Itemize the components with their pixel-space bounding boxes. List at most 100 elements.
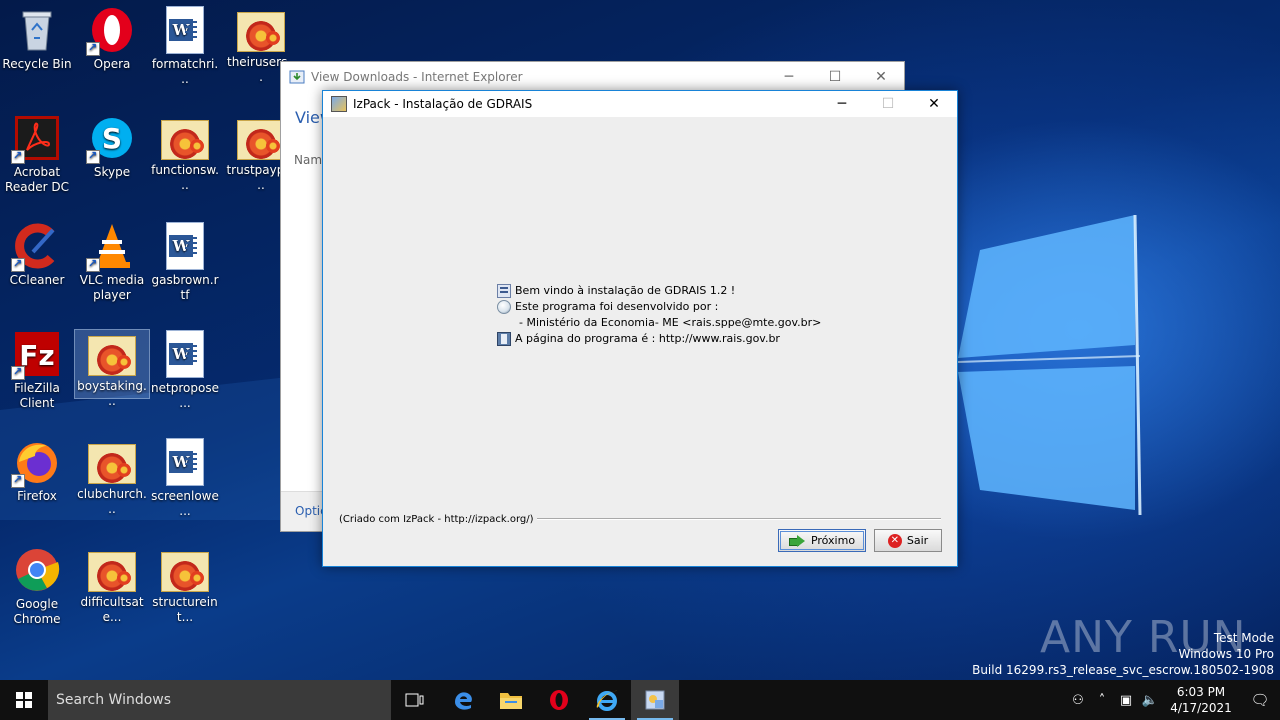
shortcut-arrow-icon xyxy=(11,148,25,164)
desktop-icon-acrobat[interactable]: Acrobat Reader DC xyxy=(0,114,74,195)
desktop-icon-label: netpropose... xyxy=(151,381,219,410)
desktop-icon-label: Google Chrome xyxy=(13,597,61,626)
image-file-icon xyxy=(161,120,209,160)
firefox-icon xyxy=(11,438,61,488)
action-center-icon[interactable]: 🗨 xyxy=(1240,691,1280,709)
book-icon xyxy=(497,332,511,346)
desktop-icon-functionsw[interactable]: functionsw... xyxy=(148,114,222,193)
desktop-icon-formatchri[interactable]: W formatchri... xyxy=(148,6,222,87)
taskbar-izpack[interactable] xyxy=(631,680,679,720)
developed-by-text: Este programa foi desenvolvido por : xyxy=(515,300,719,313)
image-file-icon xyxy=(161,552,209,592)
search-placeholder: Search Windows xyxy=(56,692,172,708)
desktop-icon-difficultsate[interactable]: difficultsate... xyxy=(75,546,149,625)
izpack-app-icon xyxy=(331,96,347,112)
desktop-icon-vlc[interactable]: VLC media player xyxy=(75,222,149,303)
desktop-icon-netpropose[interactable]: W netpropose... xyxy=(148,330,222,411)
desktop-icon-ccleaner[interactable]: CCleaner xyxy=(0,222,74,288)
opera-icon xyxy=(86,6,136,56)
izpack-close-button[interactable]: ✕ xyxy=(911,91,957,117)
folder-icon xyxy=(500,693,522,709)
desktop-icon-opera[interactable]: Opera xyxy=(75,6,149,72)
desktop-icon-label: clubchurch... xyxy=(77,487,147,516)
desktop-icon-recycle-bin[interactable]: Recycle Bin xyxy=(0,6,74,72)
image-file-icon xyxy=(237,12,285,52)
desktop-icon-filezilla[interactable]: Fz FileZilla Client xyxy=(0,330,74,411)
desktop-icon-label: CCleaner xyxy=(9,273,65,287)
ie-maximize-button[interactable]: ☐ xyxy=(812,62,858,92)
izpack-credit: (Criado com IzPack - http://izpack.org/) xyxy=(339,514,537,525)
taskbar-edge[interactable] xyxy=(439,680,487,720)
desktop-icon-chrome[interactable]: Google Chrome xyxy=(0,546,74,627)
desktop-icon-boystaking[interactable]: boystaking... xyxy=(74,329,150,408)
next-button[interactable]: Próximo xyxy=(778,529,866,552)
build-text: Build 16299.rs3_release_svc_escrow.18050… xyxy=(972,663,1274,677)
developed-by-line: Este programa foi desenvolvido por : xyxy=(497,299,821,315)
homepage-text: A página do programa é : http://www.rais… xyxy=(515,332,780,345)
exit-button-label: Sair xyxy=(906,534,929,547)
desktop-icon-label: difficultsate... xyxy=(80,595,144,624)
desktop-icon-skype[interactable]: S Skype xyxy=(75,114,149,180)
exit-button[interactable]: ✕ Sair xyxy=(874,529,942,552)
clock-date: 4/17/2021 xyxy=(1170,701,1232,715)
desktop-icon-label: structureint... xyxy=(152,595,218,624)
desktop-icon-label: gasbrown.rtf xyxy=(151,273,219,302)
chrome-icon xyxy=(13,546,61,594)
desktop-icon-label: Firefox xyxy=(17,489,57,503)
info-icon xyxy=(497,284,511,298)
next-button-label: Próximo xyxy=(810,534,856,547)
shortcut-arrow-icon xyxy=(86,256,100,272)
test-mode-watermark: Test Mode Windows 10 Pro Build 16299.rs3… xyxy=(972,630,1274,678)
image-file-icon xyxy=(88,444,136,484)
desktop-icon-label: VLC media player xyxy=(79,273,145,302)
image-file-icon xyxy=(88,336,136,376)
taskbar-internet-explorer[interactable] xyxy=(583,680,631,720)
volume-icon[interactable]: 🔈 xyxy=(1138,693,1162,708)
desktop: Recycle Bin Acrobat Reader DC CCleaner F… xyxy=(0,0,1280,680)
downloads-icon xyxy=(289,69,305,85)
people-icon[interactable]: ⚇ xyxy=(1066,693,1090,708)
acrobat-icon xyxy=(11,114,61,164)
taskbar-opera[interactable] xyxy=(535,680,583,720)
ie-column-name[interactable]: Nam xyxy=(294,153,322,167)
taskbar-file-explorer[interactable] xyxy=(487,680,535,720)
start-button[interactable] xyxy=(0,680,48,720)
ie-close-button[interactable]: ✕ xyxy=(858,62,904,92)
ie-titlebar[interactable]: View Downloads - Internet Explorer ─ ☐ ✕ xyxy=(281,62,904,92)
image-file-icon xyxy=(237,120,285,160)
desktop-icon-label: Acrobat Reader DC xyxy=(5,165,69,194)
edge-icon xyxy=(455,692,472,710)
desktop-icon-structureint[interactable]: structureint... xyxy=(148,546,222,625)
ie-minimize-button[interactable]: ─ xyxy=(766,62,812,92)
image-file-icon xyxy=(88,552,136,592)
ccleaner-icon xyxy=(11,222,61,272)
lightbulb-icon xyxy=(497,300,511,314)
izpack-window-title: IzPack - Instalação de GDRAIS xyxy=(353,97,533,111)
taskbar-search-box[interactable]: Search Windows xyxy=(48,680,391,720)
chevron-up-icon[interactable]: ˄ xyxy=(1090,693,1114,708)
shortcut-arrow-icon xyxy=(11,472,25,488)
network-icon[interactable]: ▣ xyxy=(1114,693,1138,708)
desktop-icon-screenlowe[interactable]: W screenlowe... xyxy=(148,438,222,519)
opera-icon xyxy=(550,690,568,710)
izpack-titlebar[interactable]: IzPack - Instalação de GDRAIS ─ ☐ ✕ xyxy=(323,91,957,117)
desktop-icon-clubchurch[interactable]: clubchurch... xyxy=(75,438,149,517)
skype-icon: S xyxy=(86,114,136,164)
izpack-installer-window[interactable]: IzPack - Instalação de GDRAIS ─ ☐ ✕ Bem … xyxy=(322,90,958,567)
desktop-icon-firefox[interactable]: Firefox xyxy=(0,438,74,504)
welcome-line: Bem vindo à instalação de GDRAIS 1.2 ! xyxy=(497,283,821,299)
desktop-icon-label: Skype xyxy=(93,165,131,179)
ie-window-title: View Downloads - Internet Explorer xyxy=(311,70,523,84)
desktop-icon-label: Opera xyxy=(93,57,131,71)
izpack-minimize-button[interactable]: ─ xyxy=(819,91,865,117)
shortcut-arrow-icon xyxy=(86,148,100,164)
task-view-button[interactable] xyxy=(391,680,439,720)
filezilla-icon: Fz xyxy=(11,330,61,380)
izpack-app-icon xyxy=(645,690,665,710)
desktop-icon-gasbrown[interactable]: W gasbrown.rtf xyxy=(148,222,222,303)
taskbar-clock[interactable]: 6:03 PM 4/17/2021 xyxy=(1162,684,1240,716)
svg-text:S: S xyxy=(102,122,122,155)
task-view-icon xyxy=(405,693,424,707)
system-tray: ⚇ ˄ ▣ 🔈 6:03 PM 4/17/2021 🗨 xyxy=(1066,680,1280,720)
shortcut-arrow-icon xyxy=(11,256,25,272)
